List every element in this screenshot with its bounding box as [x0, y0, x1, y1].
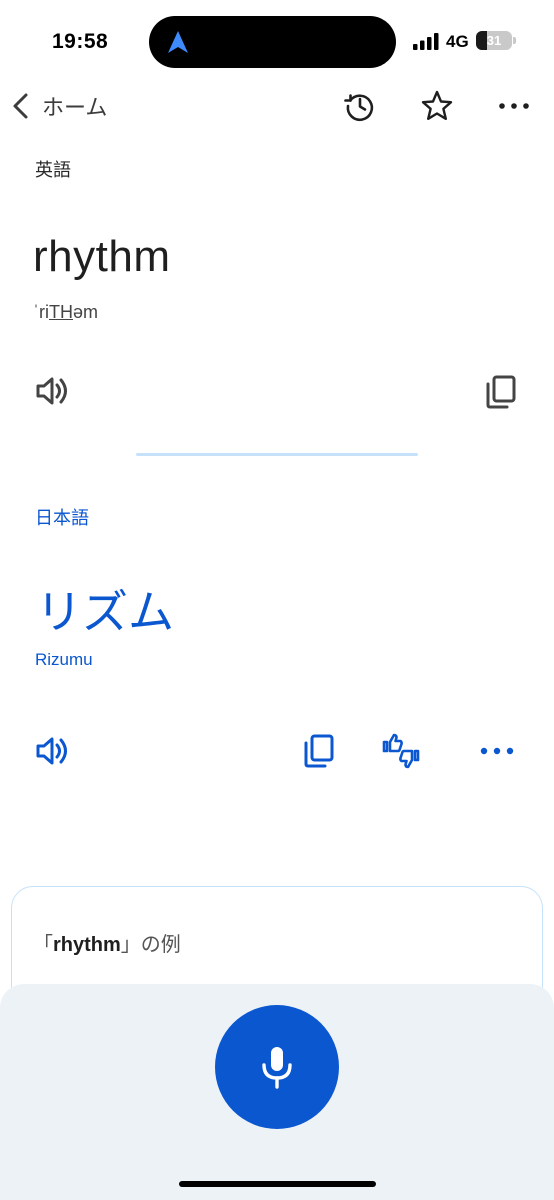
back-label: ホーム	[42, 95, 108, 120]
back-button[interactable]: ホーム	[8, 86, 107, 126]
battery-icon: 31	[476, 31, 512, 50]
phonetic-prefix: ˈri	[33, 302, 49, 322]
source-copy-button[interactable]	[481, 372, 521, 412]
signal-icon	[413, 33, 439, 50]
microphone-icon	[262, 1047, 292, 1089]
more-horizontal-icon	[480, 747, 514, 755]
history-icon	[344, 94, 374, 121]
speaker-icon	[36, 377, 67, 405]
phonetic-suffix: əm	[73, 302, 99, 322]
source-word: rhythm	[33, 232, 171, 281]
target-romanization: Rizumu	[35, 650, 93, 669]
network-type: 4G	[446, 32, 469, 51]
phonetic-underlined: TH	[49, 302, 73, 322]
target-more-button[interactable]	[477, 731, 517, 771]
source-phonetic: ˈriTHəm	[33, 302, 98, 323]
source-speak-button[interactable]	[33, 371, 73, 411]
history-button[interactable]	[342, 88, 378, 124]
navigation-arrow-icon	[168, 31, 188, 53]
section-divider	[136, 453, 418, 456]
target-speak-button[interactable]	[33, 731, 73, 771]
copy-icon	[486, 375, 516, 409]
more-horizontal-icon	[499, 103, 529, 109]
examples-title: 「rhythm」の例	[33, 928, 181, 957]
dynamic-island	[149, 16, 396, 68]
examples-word: rhythm	[53, 934, 121, 956]
battery-cap	[513, 37, 516, 44]
thumbs-feedback-icon	[382, 733, 420, 769]
battery-percent: 31	[486, 33, 502, 48]
examples-open-bracket: 「	[33, 934, 53, 956]
status-time: 19:58	[52, 30, 109, 53]
target-language: 日本語	[35, 508, 89, 528]
source-language: 英語	[35, 160, 71, 180]
star-button[interactable]	[419, 88, 455, 124]
target-copy-button[interactable]	[299, 731, 339, 771]
examples-suffix: 」の例	[120, 934, 181, 956]
copy-icon	[304, 734, 334, 768]
home-indicator	[179, 1181, 376, 1187]
star-icon	[421, 90, 453, 120]
feedback-button[interactable]	[381, 731, 421, 771]
microphone-button[interactable]	[215, 1005, 339, 1129]
speaker-icon	[36, 737, 67, 765]
chevron-left-icon	[13, 93, 28, 119]
target-word: リズム	[36, 586, 174, 638]
more-options-button[interactable]	[496, 88, 532, 124]
